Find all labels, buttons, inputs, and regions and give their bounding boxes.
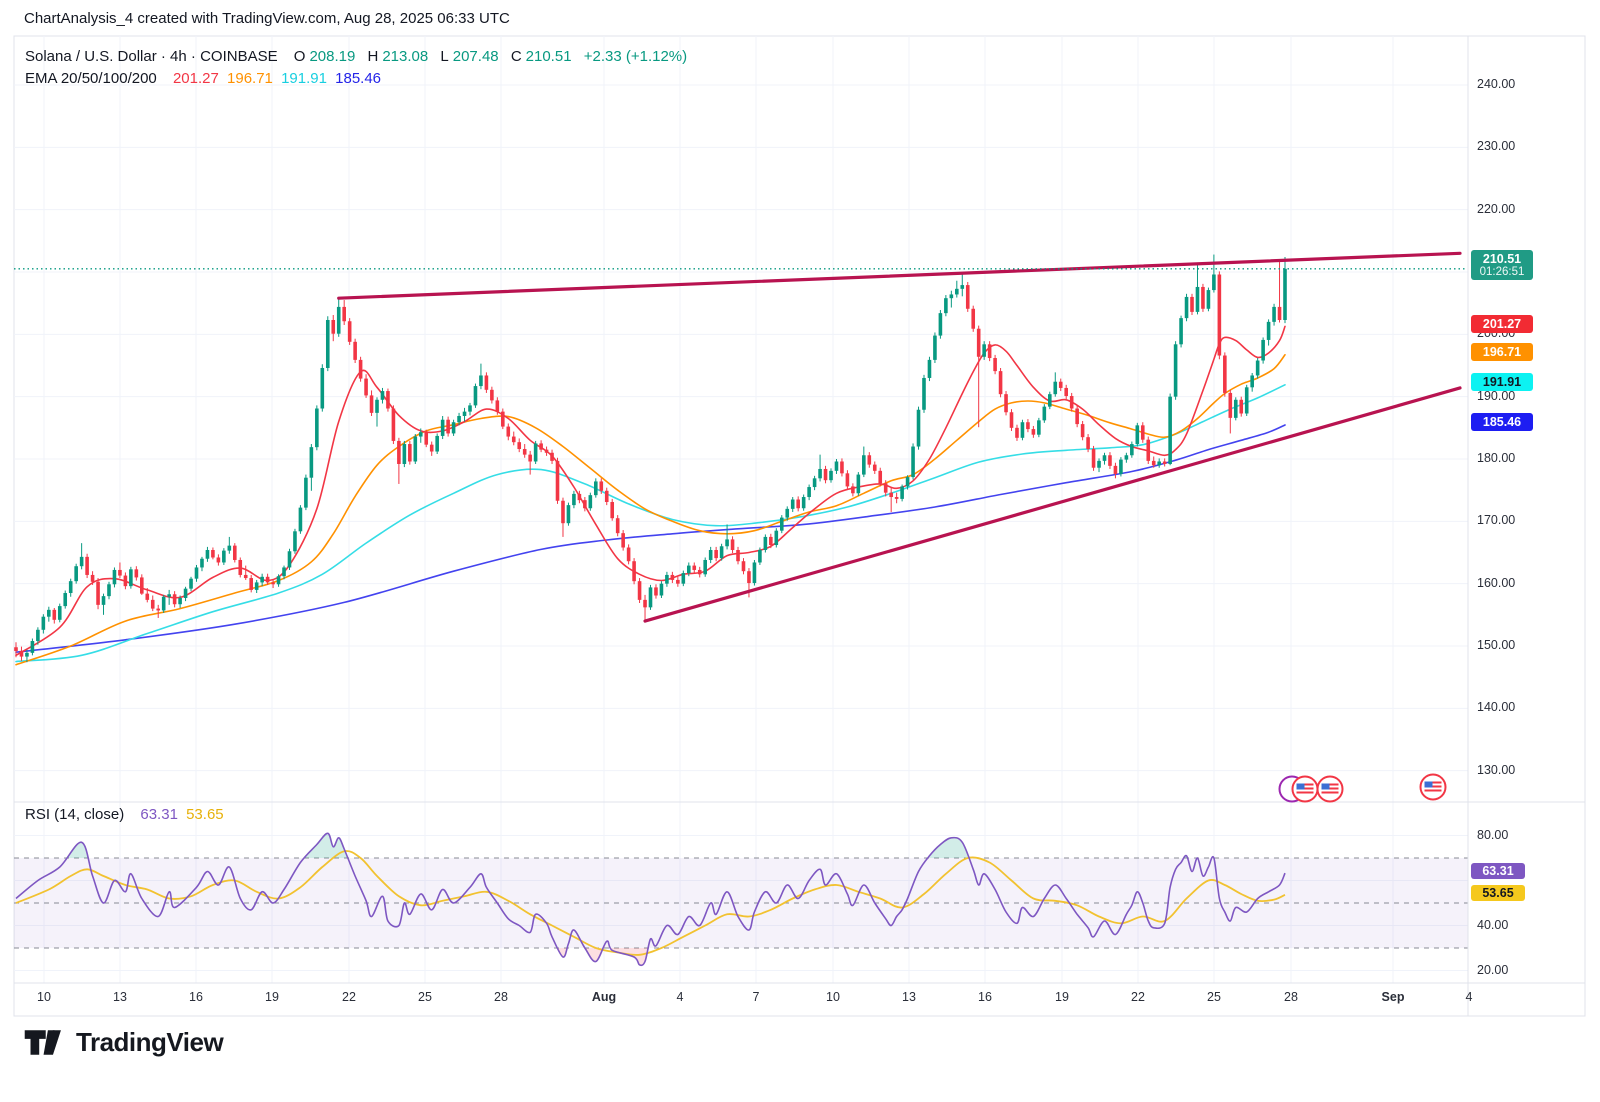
time-axis-label: 7 <box>752 990 760 1004</box>
price-axis-label: 150.00 <box>1477 637 1516 652</box>
symbol-legend[interactable]: Solana / U.S. Dollar · 4h · COINBASE O 20… <box>25 48 691 65</box>
price-axis-label: 180.00 <box>1477 450 1516 465</box>
ohlc-close-value: 210.51 <box>525 48 572 65</box>
tradingview-logo-icon <box>24 1030 61 1055</box>
rsi-legend[interactable]: RSI (14, close) 63.31 53.65 <box>25 806 228 823</box>
symbol-title[interactable]: Solana / U.S. Dollar · 4h · COINBASE <box>25 48 278 65</box>
us-flag-icon <box>1424 781 1442 793</box>
last-price-badge: 210.51 01:26:51 <box>1471 249 1533 280</box>
ema200-value: 185.46 <box>335 70 382 87</box>
tradingview-logo[interactable]: TradingView <box>24 1026 224 1059</box>
rsi-value-badge: 63.31 <box>1471 863 1525 880</box>
economic-event-flag-icon[interactable] <box>1316 775 1344 803</box>
rsi-axis-label: 80.00 <box>1477 827 1509 842</box>
ema-price-badge: 191.91 <box>1471 373 1533 392</box>
ohlc-low-value: 207.48 <box>452 48 499 65</box>
time-axis-label: 25 <box>418 990 432 1004</box>
time-axis-label: Sep <box>1381 990 1405 1004</box>
time-axis-label: 19 <box>265 990 279 1004</box>
time-axis-label: 25 <box>1207 990 1221 1004</box>
price-axis-label: 230.00 <box>1477 139 1516 154</box>
rsi-axis-label: 40.00 <box>1477 917 1509 932</box>
tradingview-logo-text: TradingView <box>76 1027 224 1057</box>
time-axis-label: 28 <box>1284 990 1298 1004</box>
ema-price-badge: 196.71 <box>1471 343 1533 362</box>
grid <box>14 36 1468 983</box>
price-axis-label: 170.00 <box>1477 513 1516 528</box>
time-axis-label: Aug <box>591 990 617 1004</box>
economic-event-flag-icon[interactable] <box>1419 773 1447 801</box>
time-axis-label: 22 <box>342 990 356 1004</box>
time-axis-label: 16 <box>978 990 992 1004</box>
us-flag-icon <box>1296 783 1314 795</box>
ohlc-open-value: 208.19 <box>309 48 356 65</box>
ohlc-close-label: C <box>510 48 522 65</box>
ema-price-badge: 201.27 <box>1471 314 1533 333</box>
us-flag-icon <box>1321 783 1339 795</box>
price-axis-label: 130.00 <box>1477 762 1516 777</box>
ema-legend-label[interactable]: EMA 20/50/100/200 <box>25 70 157 87</box>
ohlc-low-label: L <box>440 48 449 65</box>
chart-plot[interactable] <box>0 0 1600 1102</box>
ema20-value: 201.27 <box>172 70 219 87</box>
price-axis-label: 240.00 <box>1477 77 1516 91</box>
time-axis-label: 10 <box>826 990 840 1004</box>
economic-event-flag-icon[interactable] <box>1291 775 1319 803</box>
us-flag-canton <box>1424 781 1433 787</box>
ema-price-badge: 185.46 <box>1471 413 1533 432</box>
ohlc-open-label: O <box>293 48 306 65</box>
rsi-legend-label[interactable]: RSI (14, close) <box>25 806 124 823</box>
chart-widget: ChartAnalysis_4 created with TradingView… <box>0 0 1600 1102</box>
change-value: +2.33 (+1.12%) <box>583 48 688 65</box>
ema100-value: 191.91 <box>281 70 327 87</box>
rsi-value-badge: 53.65 <box>1471 884 1525 901</box>
time-axis-label: 28 <box>494 990 508 1004</box>
us-flag-canton <box>1296 783 1305 789</box>
lower-wedge-line[interactable] <box>643 386 1462 623</box>
ohlc-high-label: H <box>367 48 379 65</box>
time-axis-label: 22 <box>1131 990 1145 1004</box>
price-axis-label: 220.00 <box>1477 201 1516 216</box>
ema50-value: 196.71 <box>227 70 273 87</box>
time-axis-label: 4 <box>1465 990 1473 1004</box>
time-axis-label: 13 <box>902 990 916 1004</box>
ema-legend[interactable]: EMA 20/50/100/200 201.27 196.71 191.91 1… <box>25 70 385 87</box>
ohlc-high-value: 213.08 <box>382 48 429 65</box>
rsi-axis-label: 20.00 <box>1477 962 1509 977</box>
time-axis-label: 4 <box>676 990 684 1004</box>
upper-wedge-line[interactable] <box>337 251 1462 300</box>
time-axis-label: 13 <box>113 990 127 1004</box>
time-axis-label: 19 <box>1055 990 1069 1004</box>
us-flag-canton <box>1321 783 1330 789</box>
price-axis-label: 160.00 <box>1477 575 1516 590</box>
time-axis-label: 16 <box>189 990 203 1004</box>
price-axis-label: 140.00 <box>1477 700 1516 715</box>
time-axis-label: 10 <box>37 990 51 1004</box>
rsi-value: 63.31 <box>140 806 178 823</box>
rsi-ma-value: 53.65 <box>186 806 224 823</box>
